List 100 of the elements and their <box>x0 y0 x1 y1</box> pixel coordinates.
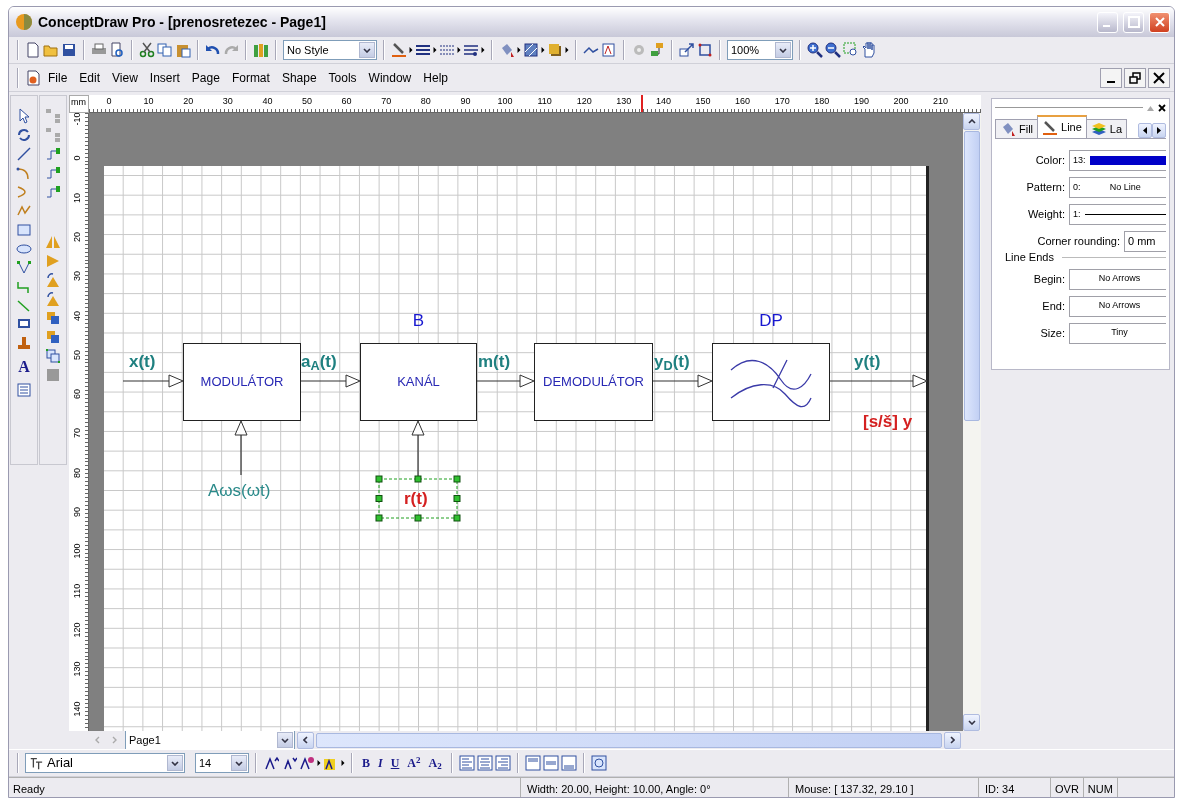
grow-font-icon[interactable] <box>263 755 279 771</box>
rotate-shape-icon[interactable] <box>45 272 61 288</box>
panel-tab[interactable]: La <box>1085 119 1128 138</box>
copy-icon[interactable] <box>157 42 173 58</box>
restore-button[interactable] <box>1124 67 1146 88</box>
line-ends-icon[interactable] <box>463 42 479 58</box>
align-middle-icon[interactable] <box>542 755 559 771</box>
menu-item[interactable]: Shape <box>276 66 322 89</box>
property-field[interactable]: 0 mm <box>1124 231 1166 252</box>
menu-item[interactable]: File <box>43 66 73 89</box>
property-field[interactable]: 0: No Line <box>1069 177 1166 198</box>
panel-tab[interactable]: Fill <box>995 119 1039 138</box>
menu-item[interactable]: Edit <box>74 66 106 89</box>
text-style-button[interactable]: A$^{2}$ <box>404 754 424 772</box>
property-field[interactable]: No Arrows <box>1069 295 1166 317</box>
arc-tool-icon[interactable] <box>16 165 32 181</box>
paint-bucket-icon[interactable] <box>499 42 515 58</box>
floppy-icon[interactable] <box>61 42 77 58</box>
overlap-squares-icon[interactable] <box>45 310 61 326</box>
text-style-button[interactable]: I <box>375 754 386 772</box>
crop-frame-icon[interactable] <box>697 42 713 58</box>
caret-icon[interactable] <box>341 760 345 766</box>
pointer-icon[interactable] <box>16 108 32 124</box>
tab-scroll-right[interactable] <box>1152 123 1166 138</box>
zoom-in-icon[interactable] <box>807 42 823 58</box>
panel-tab[interactable]: Line <box>1037 115 1087 138</box>
document-icon[interactable] <box>25 69 41 86</box>
linked-blocks-icon[interactable] <box>649 42 665 58</box>
chart-page-icon[interactable] <box>601 42 617 58</box>
block[interactable]: KANÁL <box>360 343 477 421</box>
zoom-dropdown[interactable]: 100% <box>727 40 793 60</box>
line-weight-icon[interactable] <box>415 42 431 58</box>
hatch-fill-icon[interactable] <box>523 42 539 58</box>
step-connector-icon[interactable] <box>45 184 61 200</box>
align-right-icon[interactable] <box>494 755 511 771</box>
page-icon[interactable] <box>25 42 41 58</box>
scroll-right-button[interactable] <box>944 731 961 749</box>
scissors-icon[interactable] <box>139 42 155 58</box>
tab-scroll-left[interactable] <box>1138 123 1152 138</box>
ellipse-tool-icon[interactable] <box>16 241 32 257</box>
menu-item[interactable]: Insert <box>144 66 185 89</box>
menu-item[interactable]: Format <box>226 66 275 89</box>
align-left-icon[interactable] <box>458 755 475 771</box>
scroll-up-button[interactable] <box>963 113 980 130</box>
menu-item[interactable]: Page <box>186 66 225 89</box>
minimize-button[interactable] <box>1100 67 1122 88</box>
overlap-squares-icon[interactable] <box>45 329 61 345</box>
size-dropdown[interactable]: 14 <box>195 753 249 773</box>
caret-icon[interactable] <box>481 47 485 53</box>
caret-icon[interactable] <box>541 47 545 53</box>
close-button[interactable] <box>1148 67 1170 88</box>
step-connector-icon[interactable] <box>45 146 61 162</box>
caret-icon[interactable] <box>517 47 521 53</box>
text-frame-icon[interactable] <box>590 755 607 771</box>
group-icon[interactable] <box>45 348 61 364</box>
property-field[interactable]: 1: <box>1069 204 1166 225</box>
scrollbar-thumb[interactable] <box>964 131 980 421</box>
resize-frame-icon[interactable] <box>679 42 695 58</box>
list-icon[interactable] <box>16 382 32 398</box>
menu-item[interactable]: Window <box>363 66 417 89</box>
font-dropdown[interactable]: Arial <box>25 753 185 773</box>
caret-icon[interactable] <box>457 47 461 53</box>
text-style-button[interactable]: A$_{2}$ <box>425 754 445 772</box>
pen-icon[interactable] <box>391 42 407 58</box>
stamp-icon[interactable] <box>16 336 32 352</box>
font-color-icon[interactable] <box>299 755 315 771</box>
line-tool-icon[interactable] <box>16 146 32 162</box>
align-bottom-icon[interactable] <box>560 755 577 771</box>
nodes-tool-icon[interactable] <box>16 260 32 276</box>
close-icon[interactable] <box>1158 104 1166 112</box>
rotate-shape-icon[interactable] <box>45 291 61 307</box>
zoom-out-icon[interactable] <box>825 42 841 58</box>
caret-icon[interactable] <box>433 47 437 53</box>
property-field[interactable]: Tiny <box>1069 322 1166 344</box>
style-dropdown[interactable]: No Style <box>283 40 377 60</box>
page-magnifier-icon[interactable] <box>109 42 125 58</box>
menu-item[interactable]: Tools <box>323 66 362 89</box>
scroll-down-button[interactable] <box>963 714 980 731</box>
rotate-icon[interactable] <box>16 127 32 143</box>
scrollbar-thumb[interactable] <box>316 732 942 748</box>
zoom-area-icon[interactable] <box>843 42 859 58</box>
caret-icon[interactable] <box>409 47 413 53</box>
text-style-button[interactable]: B <box>359 754 373 772</box>
align-center-icon[interactable] <box>476 755 493 771</box>
caret-icon[interactable] <box>317 760 321 766</box>
block[interactable]: DEMODULÁTOR <box>534 343 653 421</box>
property-field[interactable]: No Arrows <box>1069 268 1166 290</box>
text-tool[interactable]: A <box>18 355 30 379</box>
selection-frame[interactable] <box>375 475 461 522</box>
scroll-left-button[interactable] <box>297 731 314 749</box>
block[interactable]: MODULÁTOR <box>183 343 301 421</box>
menu-item[interactable]: View <box>107 66 143 89</box>
property-field[interactable]: 13: <box>1069 150 1166 171</box>
menu-item[interactable]: Help <box>418 66 453 89</box>
align-top-icon[interactable] <box>524 755 541 771</box>
clipboard-icon[interactable] <box>175 42 191 58</box>
block[interactable] <box>712 343 830 421</box>
hand-icon[interactable] <box>861 42 877 58</box>
shadow-square-icon[interactable] <box>547 42 563 58</box>
page-dropdown[interactable]: Page1 <box>125 730 295 750</box>
